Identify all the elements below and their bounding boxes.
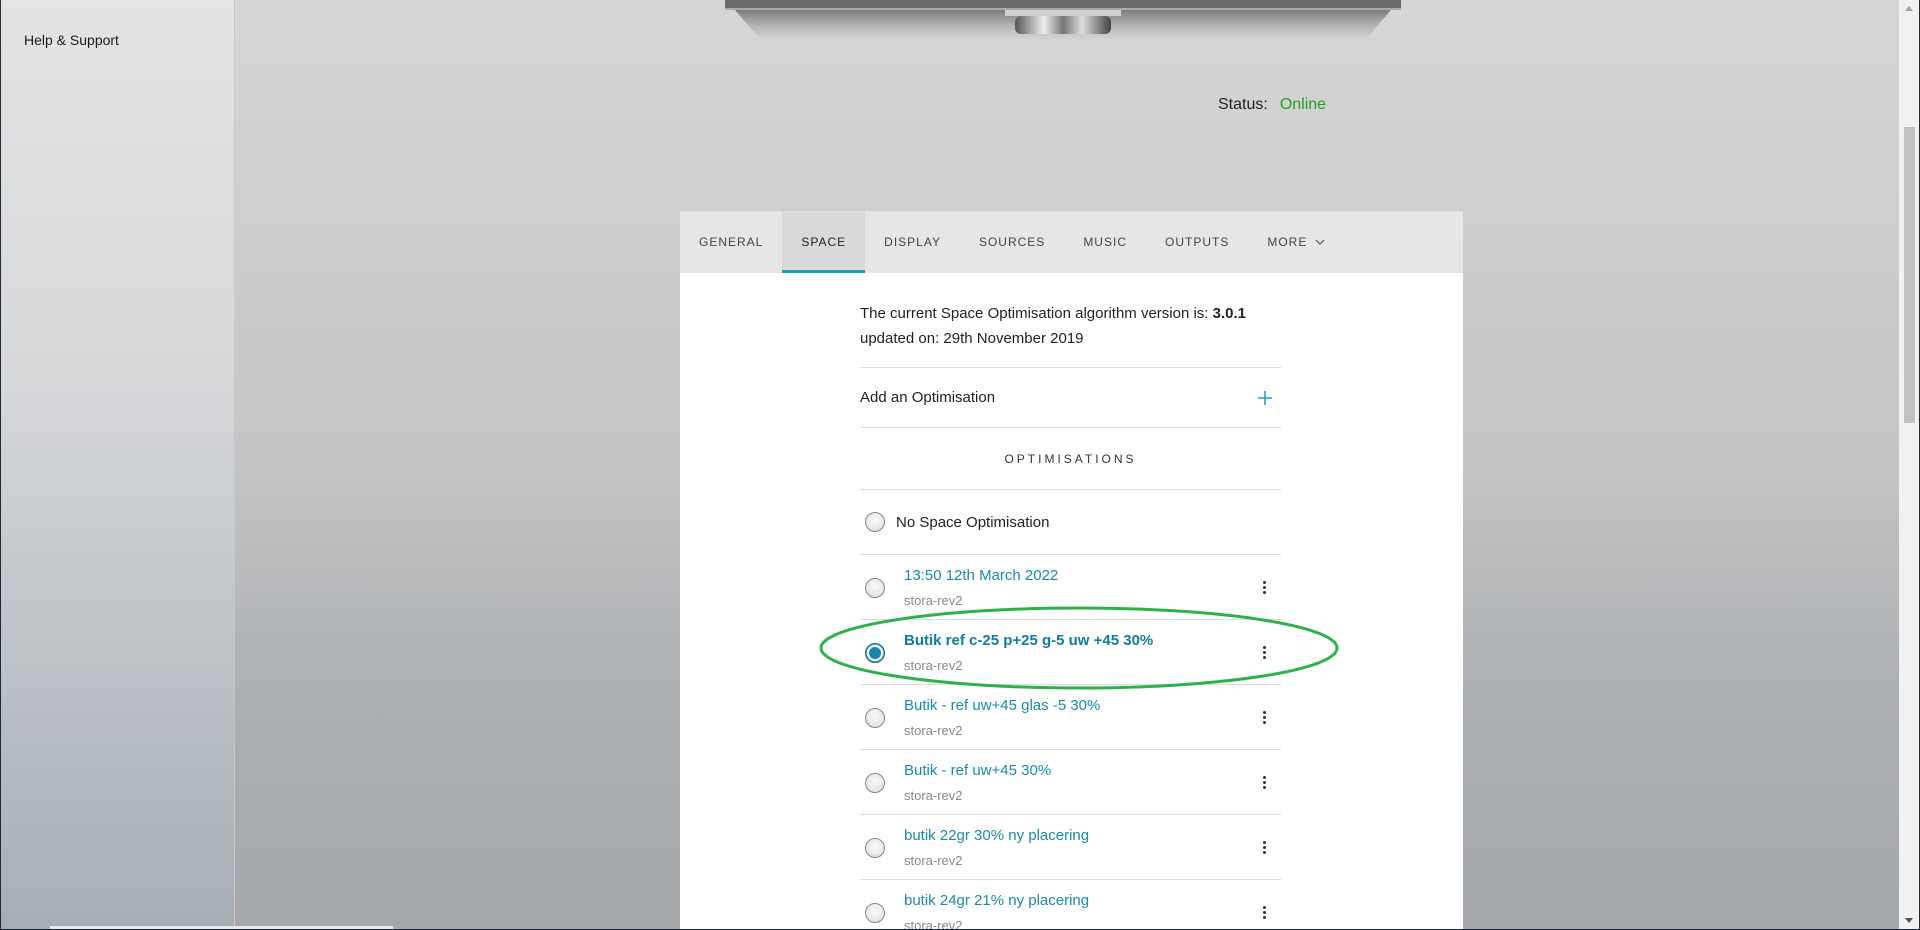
scrollbar-thumb[interactable] <box>1904 127 1915 423</box>
scroll-down-icon[interactable] <box>1905 918 1913 923</box>
radio-button[interactable] <box>865 578 885 598</box>
no-optimisation-label: No Space Optimisation <box>896 513 1050 531</box>
more-options-icon[interactable] <box>1261 646 1267 660</box>
algorithm-prefix: The current Space Optimisation algorithm… <box>860 305 1213 322</box>
optimisation-name[interactable]: Butik - ref uw+45 30% <box>904 762 1051 779</box>
optimisation-row[interactable]: 13:50 12th March 2022 stora-rev2 <box>860 555 1281 620</box>
optimisation-room: stora-rev2 <box>904 788 963 803</box>
add-optimisation-label: Add an Optimisation <box>860 389 996 406</box>
optimisation-name[interactable]: butik 24gr 21% ny placering <box>904 892 1089 909</box>
optimisation-row[interactable]: butik 22gr 30% ny placering stora-rev2 <box>860 815 1281 880</box>
algorithm-version-text: The current Space Optimisation algorithm… <box>860 273 1281 368</box>
more-options-icon[interactable] <box>1261 581 1267 595</box>
sidebar-item-help-support[interactable]: Help & Support <box>24 32 119 48</box>
optimisation-room: stora-rev2 <box>904 853 963 868</box>
optimisation-name[interactable]: butik 22gr 30% ny placering <box>904 827 1089 844</box>
space-content: The current Space Optimisation algorithm… <box>860 273 1281 929</box>
optimisation-room: stora-rev2 <box>904 918 963 929</box>
tab-music[interactable]: MUSIC <box>1064 211 1146 273</box>
sidebar: Help & Support <box>1 0 235 929</box>
status-value: Online <box>1279 96 1327 113</box>
optimisations-heading: OPTIMISATIONS <box>860 428 1281 490</box>
taskbar-strip <box>50 926 393 929</box>
vertical-scrollbar[interactable] <box>1899 0 1919 929</box>
settings-panel: GENERAL SPACE DISPLAY SOURCES MUSIC OUTP… <box>680 211 1463 929</box>
optimisation-room: stora-rev2 <box>904 593 963 608</box>
tab-sources[interactable]: SOURCES <box>960 211 1064 273</box>
scroll-up-icon[interactable] <box>1905 6 1913 11</box>
tab-space[interactable]: SPACE <box>782 211 866 273</box>
status-label: Status: <box>1218 96 1268 113</box>
plus-icon <box>1258 390 1272 405</box>
app-window: Help & Support Status: Online GENERAL SP… <box>1 0 1919 929</box>
more-options-icon[interactable] <box>1261 711 1267 725</box>
algorithm-version: 3.0.1 <box>1212 305 1247 322</box>
tab-more-label: MORE <box>1267 235 1308 249</box>
tab-outputs[interactable]: OUTPUTS <box>1146 211 1248 273</box>
optimisation-row[interactable]: Butik - ref uw+45 30% stora-rev2 <box>860 750 1281 815</box>
tab-display[interactable]: DISPLAY <box>865 211 960 273</box>
radio-button[interactable] <box>865 838 885 858</box>
optimisation-row[interactable]: Butik ref c-25 p+25 g-5 uw +45 30% stora-… <box>860 620 1281 685</box>
tab-general[interactable]: GENERAL <box>680 211 782 273</box>
optimisation-name[interactable]: 13:50 12th March 2022 <box>904 567 1058 584</box>
chevron-down-icon <box>1315 239 1325 245</box>
radio-button[interactable] <box>865 512 885 532</box>
optimisation-name[interactable]: Butik - ref uw+45 glas -5 30% <box>904 697 1100 714</box>
optimisation-row[interactable]: Butik - ref uw+45 glas -5 30% stora-rev2 <box>860 685 1281 750</box>
optimisation-list: 13:50 12th March 2022 stora-rev2 Butik ref… <box>860 555 1281 929</box>
optimisation-room: stora-rev2 <box>904 723 963 738</box>
radio-button[interactable] <box>865 773 885 793</box>
no-optimisation-option[interactable]: No Space Optimisation <box>860 490 1281 555</box>
add-optimisation-button[interactable]: Add an Optimisation <box>860 368 1281 428</box>
optimisation-room: stora-rev2 <box>904 658 963 673</box>
optimisation-row[interactable]: butik 24gr 21% ny placering stora-rev2 <box>860 880 1281 929</box>
more-options-icon[interactable] <box>1261 906 1267 920</box>
tab-bar: GENERAL SPACE DISPLAY SOURCES MUSIC OUTP… <box>680 211 1463 273</box>
status-row: Status: Online <box>1218 96 1326 114</box>
tab-more[interactable]: MORE <box>1248 211 1344 273</box>
more-options-icon[interactable] <box>1261 776 1267 790</box>
optimisation-name[interactable]: Butik ref c-25 p+25 g-5 uw +45 30% <box>904 632 1153 649</box>
speaker-product-image <box>725 0 1401 40</box>
main-content: Status: Online GENERAL SPACE DISPLAY SOUR… <box>235 0 1899 929</box>
radio-button[interactable] <box>865 903 885 923</box>
radio-button[interactable] <box>865 643 885 663</box>
radio-button[interactable] <box>865 708 885 728</box>
algorithm-updated: updated on: 29th November 2019 <box>860 330 1084 347</box>
more-options-icon[interactable] <box>1261 841 1267 855</box>
